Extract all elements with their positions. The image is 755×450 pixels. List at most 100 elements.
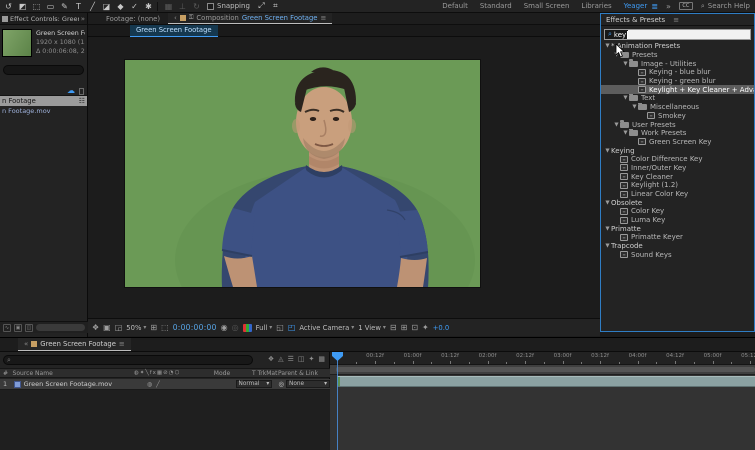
comp-subtab[interactable]: Green Screen Footage	[130, 25, 218, 37]
effects-item[interactable]: ≡Green Screen Key	[601, 138, 754, 147]
gizmo-icon[interactable]: ⌗	[269, 1, 282, 12]
sync-settings-icon[interactable]: CC	[679, 2, 693, 10]
workspace-overflow-icon[interactable]: »	[666, 2, 671, 11]
effects-category[interactable]: ▼Primatte	[601, 224, 754, 233]
effects-item[interactable]: ≡Linear Color Key	[601, 190, 754, 199]
chevron-left-icon[interactable]: ‹	[174, 14, 177, 22]
effects-category[interactable]: ▼Obsolete	[601, 198, 754, 207]
caret-down-icon[interactable]: ▼	[622, 130, 629, 136]
panel-menu-icon[interactable]: ≡	[119, 340, 125, 348]
flowchart-icon[interactable]: ❖	[92, 323, 99, 332]
frame-blend-icon[interactable]: ◫	[298, 355, 305, 363]
effects-category[interactable]: ▼Keying	[601, 146, 754, 155]
type-tool-icon[interactable]: T	[72, 1, 85, 12]
current-time[interactable]: 0:00:00:00	[173, 323, 217, 332]
column-source-name[interactable]: Source Name	[13, 370, 134, 377]
panel-menu-icon[interactable]: ≡	[673, 16, 679, 24]
effects-category[interactable]: ▼* Animation Presets	[601, 42, 754, 51]
caret-down-icon[interactable]: ▼	[613, 52, 620, 58]
lock-icon[interactable]: ⚿	[189, 14, 194, 22]
draft-3d-icon[interactable]: ◬	[278, 355, 283, 363]
roto-brush-tool-icon[interactable]: ✓	[128, 1, 141, 12]
workspace-yeager[interactable]: Yeager	[624, 2, 648, 10]
motion-blur-icon[interactable]: ✦	[309, 355, 315, 363]
pen-tool-icon[interactable]: ✎	[58, 1, 71, 12]
composition-viewer-tab[interactable]: ‹ ⚿ Composition Green Screen Footage ≡	[168, 13, 332, 24]
timeline-jump-icon[interactable]: ⊡	[411, 323, 418, 332]
snapping-checkbox[interactable]	[207, 3, 214, 10]
effects-item[interactable]: ≡Sound Keys	[601, 251, 754, 260]
composition-view[interactable]	[88, 37, 600, 318]
layer-name[interactable]: Green Screen Footage.mov	[24, 380, 147, 388]
new-folder-icon[interactable]: ▣	[14, 324, 22, 332]
fast-preview-icon[interactable]: ⊞	[401, 323, 408, 332]
effects-item[interactable]: ▼Work Presets	[601, 129, 754, 138]
new-composition-icon[interactable]: ◫	[25, 324, 33, 332]
effects-item[interactable]: ▼User Presets	[601, 120, 754, 129]
caret-down-icon[interactable]: ▼	[604, 226, 611, 232]
region-of-interest-icon[interactable]: ◲	[115, 323, 123, 332]
cloud-sync-icon[interactable]: ☁	[67, 88, 75, 94]
effects-item[interactable]: ≡Keying - blue blur	[601, 68, 754, 77]
workspace-libraries[interactable]: Libraries	[581, 2, 611, 10]
caret-down-icon[interactable]: ▼	[631, 104, 638, 110]
effects-item[interactable]: ≡Keylight + Key Cleaner + Advanced Spill…	[601, 85, 754, 94]
chevron-left-icon[interactable]: «	[24, 340, 28, 348]
layer-switches[interactable]: ◍╱	[147, 381, 236, 388]
pan-behind-tool-icon[interactable]: ⬚	[30, 1, 43, 12]
eraser-tool-icon[interactable]: ◆	[114, 1, 127, 12]
timeline-track-area[interactable]: 00:12f01:00f01:12f02:00f02:12f03:00f03:1…	[330, 352, 755, 450]
shape-tool-icon[interactable]: ▭	[44, 1, 57, 12]
project-item[interactable]: n Footage☷	[0, 96, 87, 106]
transparency-grid-icon[interactable]: ◱	[276, 323, 284, 332]
column-mode[interactable]: Mode	[214, 370, 252, 377]
effects-category[interactable]: ▼Trapcode	[601, 242, 754, 251]
rotation-tool-icon[interactable]: ↺	[2, 1, 15, 12]
caret-down-icon[interactable]: ▼	[622, 95, 629, 101]
workspace-menu-icon[interactable]: ≣	[651, 2, 658, 11]
panel-overflow-icon[interactable]: »	[81, 15, 85, 23]
effects-item[interactable]: ≡Primatte Keyer	[601, 233, 754, 242]
hide-shy-icon[interactable]: ☰	[288, 355, 294, 363]
comp-mini-flowchart-icon[interactable]: ❖	[268, 355, 274, 363]
caret-down-icon[interactable]: ▼	[604, 243, 611, 249]
parent-select[interactable]: None▾	[286, 380, 330, 388]
effects-item[interactable]: ▼Image - Utilities	[601, 59, 754, 68]
project-search-input[interactable]	[3, 65, 84, 75]
brush-tool-icon[interactable]: ╱	[86, 1, 99, 12]
interpret-footage-icon[interactable]: ∿	[3, 324, 11, 332]
layer-row[interactable]: 1 Green Screen Footage.mov ◍╱ Normal▾ ◎ …	[0, 379, 330, 390]
caret-down-icon[interactable]: ▼	[613, 122, 620, 128]
playhead-line[interactable]	[337, 352, 338, 450]
footage-thumbnail[interactable]	[2, 29, 32, 57]
parent-link-control[interactable]: ◎ None▾	[278, 380, 330, 388]
time-ruler[interactable]: 00:12f01:00f01:12f02:00f02:12f03:00f03:1…	[330, 352, 755, 365]
workspace-small-screen[interactable]: Small Screen	[524, 2, 570, 10]
workspace-standard[interactable]: Standard	[480, 2, 512, 10]
clone-stamp-tool-icon[interactable]: ◪	[100, 1, 113, 12]
project-item[interactable]: n Footage.mov	[0, 106, 87, 116]
footage-viewer-tab[interactable]: Footage: (none)	[88, 13, 168, 24]
panel-menu-icon[interactable]: ≡	[320, 14, 326, 22]
pixel-aspect-icon[interactable]: ⊟	[390, 323, 397, 332]
camera-select[interactable]: Active Camera▾	[299, 324, 354, 332]
show-channels-icon[interactable]: ▣	[243, 324, 252, 332]
timeline-comp-tab[interactable]: « Green Screen Footage ≡	[18, 338, 131, 351]
thumbnail-size-slider[interactable]	[36, 324, 85, 331]
footage-name[interactable]: Green Screen Footage ▾	[36, 29, 85, 38]
timeline-search-input[interactable]: ⌕	[3, 355, 253, 365]
effects-item[interactable]: ≡Keylight (1.2)	[601, 181, 754, 190]
graph-editor-icon[interactable]: ▦	[318, 355, 325, 363]
puppet-pin-tool-icon[interactable]: ✱	[142, 1, 155, 12]
magnification-select[interactable]: 50%▾	[126, 324, 146, 332]
screen-mode-icon[interactable]: ▣	[103, 323, 111, 332]
resolution-select[interactable]: Full▾	[256, 324, 273, 332]
caret-down-icon[interactable]: ▼	[604, 43, 611, 49]
effects-search-input[interactable]: ⌕ key	[604, 29, 751, 40]
snapshot-icon[interactable]: ◉	[221, 323, 228, 332]
effects-item[interactable]: ▼Presets	[601, 51, 754, 60]
workspace-default[interactable]: Default	[442, 2, 468, 10]
effects-item[interactable]: ▼Miscellaneous	[601, 103, 754, 112]
snapping-toggle[interactable]: Snapping	[207, 2, 250, 10]
column-trkmat[interactable]: T TrkMat	[252, 370, 278, 377]
